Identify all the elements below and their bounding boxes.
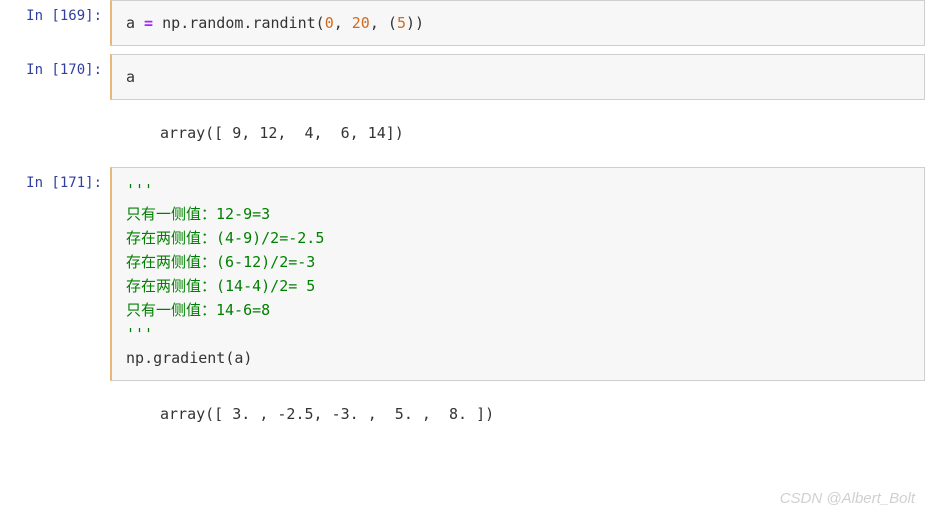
docstring-line: 存在两侧值：(6-12)/2=-3 <box>126 253 315 271</box>
code-input[interactable]: a <box>110 54 925 100</box>
code-token: a <box>126 14 135 32</box>
code-token: = <box>135 14 162 32</box>
output-prompt <box>0 389 110 440</box>
code-token: 20 <box>352 14 370 32</box>
output-prompt <box>0 108 110 159</box>
code-cell-170: In [170]: a <box>0 54 925 100</box>
code-token: . <box>144 349 153 367</box>
code-input[interactable]: a = np.random.randint(0, 20, (5)) <box>110 0 925 46</box>
output-cell-170: array([ 9, 12, 4, 6, 14]) <box>0 108 925 159</box>
docstring-line: 只有一侧值：12-9=3 <box>126 205 270 223</box>
code-token: ( <box>316 14 325 32</box>
code-token: 5 <box>397 14 406 32</box>
docstring-line: 存在两侧值：(4-9)/2=-2.5 <box>126 229 324 247</box>
code-token: , <box>370 14 388 32</box>
docstring-quote: ''' <box>126 325 153 343</box>
docstring-line: 存在两侧值：(14-4)/2= 5 <box>126 277 315 295</box>
input-prompt: In [169]: <box>0 0 110 46</box>
code-token: 0 <box>325 14 334 32</box>
code-token: randint <box>252 14 315 32</box>
input-prompt: In [171]: <box>0 167 110 381</box>
code-token: ) <box>415 14 424 32</box>
watermark: CSDN @Albert_Bolt <box>780 490 915 507</box>
code-token: ) <box>243 349 252 367</box>
code-token: np <box>162 14 180 32</box>
code-cell-171: In [171]: ''' 只有一侧值：12-9=3 存在两侧值：(4-9)/2… <box>0 167 925 381</box>
code-token: random <box>189 14 243 32</box>
output-cell-171: array([ 3. , -2.5, -3. , 5. , 8. ]) <box>0 389 925 440</box>
code-token: gradient <box>153 349 225 367</box>
code-input[interactable]: ''' 只有一侧值：12-9=3 存在两侧值：(4-9)/2=-2.5 存在两侧… <box>110 167 925 381</box>
docstring-line: 只有一侧值：14-6=8 <box>126 301 270 319</box>
input-prompt: In [170]: <box>0 54 110 100</box>
code-cell-169: In [169]: a = np.random.randint(0, 20, (… <box>0 0 925 46</box>
code-output: array([ 9, 12, 4, 6, 14]) <box>110 108 925 159</box>
docstring-quote: ''' <box>126 181 153 199</box>
code-token: ( <box>388 14 397 32</box>
code-token: np <box>126 349 144 367</box>
code-token: ) <box>406 14 415 32</box>
code-token: , <box>334 14 352 32</box>
code-token: . <box>180 14 189 32</box>
code-output: array([ 3. , -2.5, -3. , 5. , 8. ]) <box>110 389 925 440</box>
code-token: a <box>126 68 135 86</box>
